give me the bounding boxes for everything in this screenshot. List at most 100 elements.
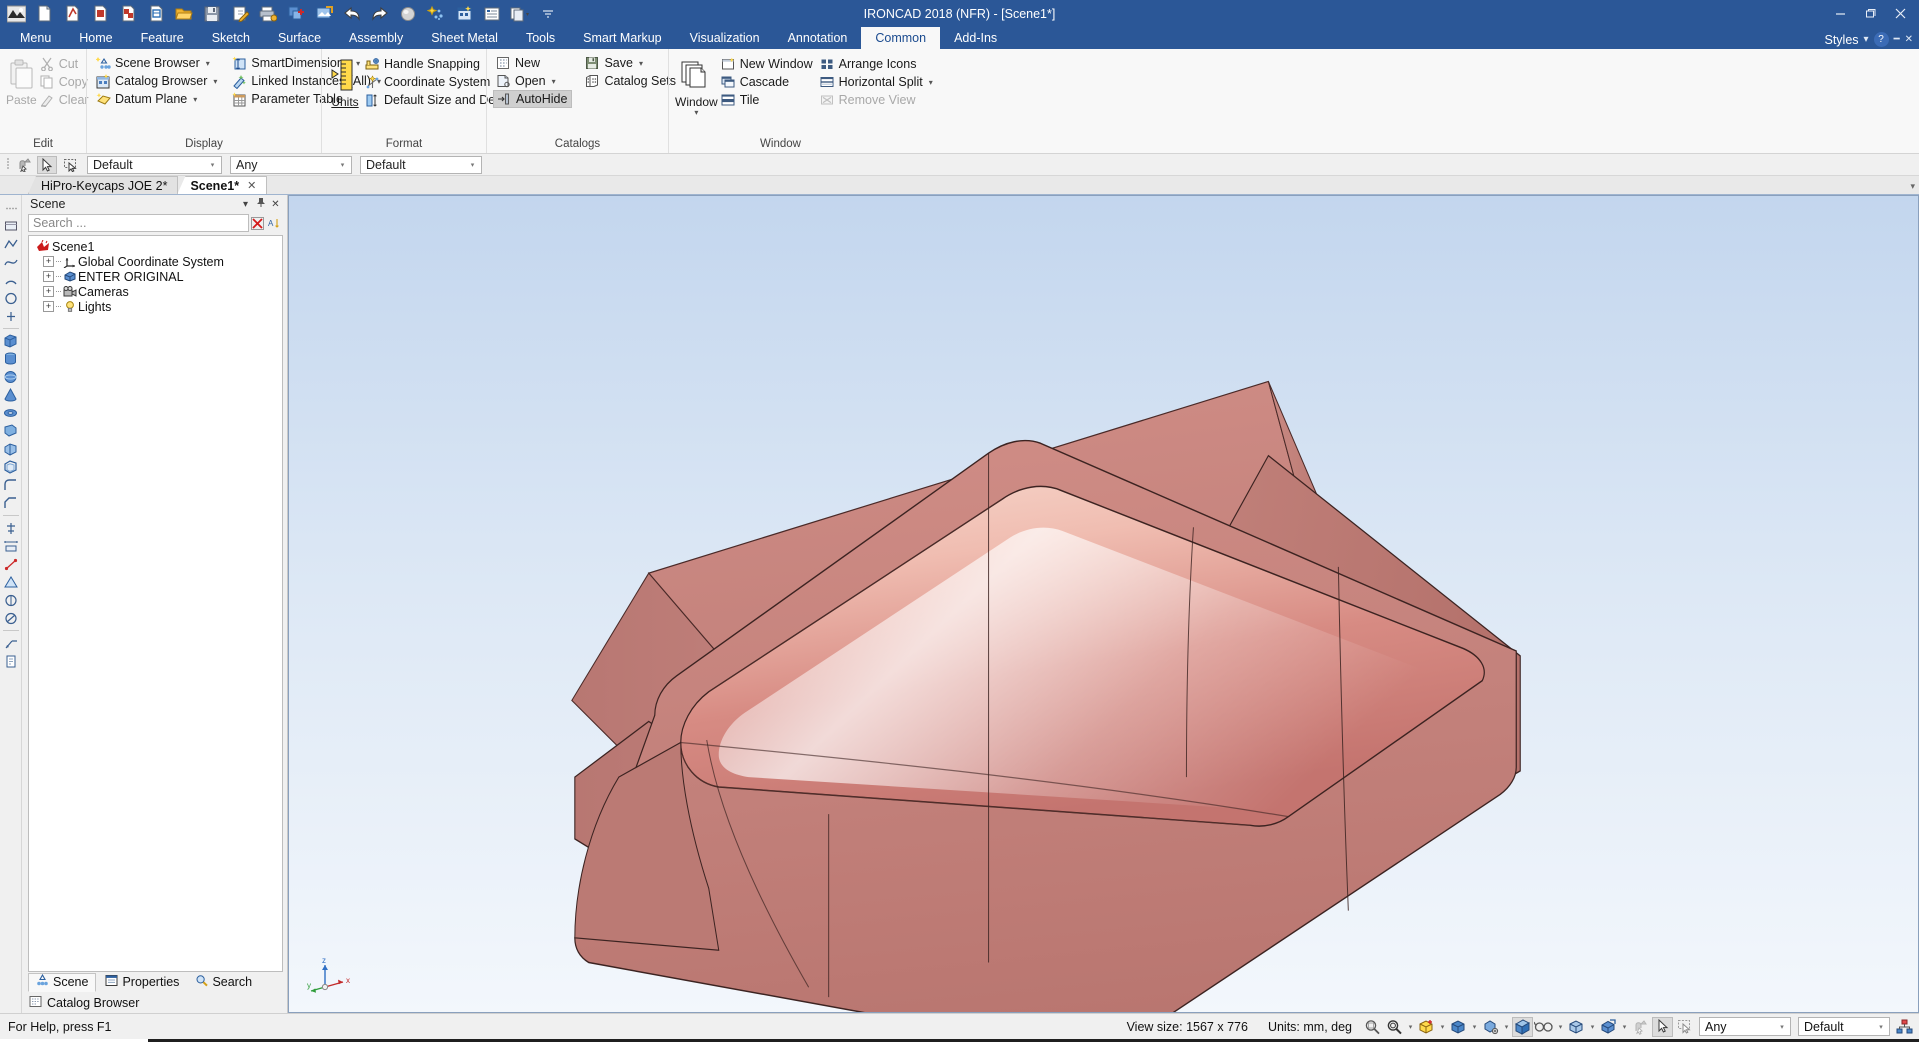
horizontal-split-caret-icon[interactable]: ▾ bbox=[929, 78, 933, 87]
render-style-combo[interactable]: Default ▾ bbox=[87, 155, 222, 174]
constraint-icon[interactable] bbox=[1, 555, 21, 573]
catalog-open-caret-icon[interactable]: ▾ bbox=[552, 77, 556, 86]
status-filter-combo[interactable]: Any ▾ bbox=[1699, 1017, 1791, 1036]
clear-button[interactable]: Clear bbox=[37, 91, 93, 109]
render-icon[interactable] bbox=[395, 2, 421, 25]
tree-node-scene1[interactable]: Scene1 bbox=[29, 239, 282, 254]
tab-add-ins[interactable]: Add-Ins bbox=[940, 27, 1011, 49]
sketch-polyline-icon[interactable] bbox=[1, 235, 21, 253]
tree-node-cameras[interactable]: + Cameras bbox=[29, 284, 282, 299]
cut-button[interactable]: Cut bbox=[37, 55, 93, 73]
export-image-icon[interactable] bbox=[311, 2, 337, 25]
app-logo-icon[interactable] bbox=[3, 2, 29, 25]
tab-common[interactable]: Common bbox=[861, 27, 941, 49]
extrude-custom-icon[interactable] bbox=[1, 440, 21, 458]
copy-button[interactable]: Copy bbox=[37, 73, 93, 91]
sketch-point-icon[interactable] bbox=[1, 307, 21, 325]
catalog-icon[interactable] bbox=[451, 2, 477, 25]
tab-feature[interactable]: Feature bbox=[127, 27, 198, 49]
restore-button[interactable] bbox=[1855, 3, 1885, 25]
tab-annotation[interactable]: Annotation bbox=[774, 27, 862, 49]
isometric-view-icon[interactable] bbox=[1448, 1017, 1469, 1037]
tab-sketch[interactable]: Sketch bbox=[198, 27, 264, 49]
tile-button[interactable]: Tile bbox=[718, 91, 817, 109]
window-button[interactable]: Window ▾ bbox=[675, 54, 718, 117]
3d-viewport[interactable]: z x y bbox=[288, 195, 1919, 1013]
datum-plane-caret-icon[interactable]: ▾ bbox=[193, 95, 197, 104]
perspective-icon[interactable] bbox=[1534, 1017, 1555, 1037]
shaded-view-icon[interactable] bbox=[1512, 1016, 1533, 1037]
save-icon[interactable] bbox=[199, 2, 225, 25]
zoom-area-icon[interactable] bbox=[1362, 1017, 1383, 1037]
zoom-caret-icon[interactable]: ▾ bbox=[1406, 1023, 1415, 1031]
customize-qat-icon[interactable] bbox=[535, 2, 561, 25]
tab-smart-markup[interactable]: Smart Markup bbox=[569, 27, 676, 49]
selection-filter-caret-icon[interactable]: ▾ bbox=[336, 161, 349, 169]
view-orientation-caret-icon[interactable]: ▾ bbox=[1438, 1023, 1447, 1031]
extrude-cylinder-icon[interactable] bbox=[1, 350, 21, 368]
tree-expander-icon[interactable]: + bbox=[43, 256, 54, 267]
extrude-cone-icon[interactable] bbox=[1, 386, 21, 404]
minimize-button[interactable] bbox=[1825, 3, 1855, 25]
close-button[interactable] bbox=[1885, 3, 1915, 25]
network-icon[interactable] bbox=[1894, 1017, 1915, 1037]
tab-surface[interactable]: Surface bbox=[264, 27, 335, 49]
camera-view-caret-icon[interactable]: ▾ bbox=[1502, 1023, 1511, 1031]
sketch-arc-icon[interactable] bbox=[1, 271, 21, 289]
scene-browser-button[interactable]: Scene Browser ▾ bbox=[93, 54, 221, 72]
print-icon[interactable] bbox=[255, 2, 281, 25]
part-render-caret-icon[interactable]: ▾ bbox=[1620, 1023, 1629, 1031]
shell-icon[interactable] bbox=[1, 458, 21, 476]
new-assembly-icon[interactable] bbox=[115, 2, 141, 25]
catalog-new-button[interactable]: New bbox=[493, 54, 572, 72]
catalog-browser-button[interactable]: Catalog Browser ▾ bbox=[93, 72, 221, 90]
chamfer-icon[interactable] bbox=[1, 494, 21, 512]
surface-trim-icon[interactable] bbox=[1, 609, 21, 627]
doc-tab-scene1[interactable]: Scene1* ✕ bbox=[177, 176, 268, 194]
datum-plane-button[interactable]: Datum Plane ▾ bbox=[93, 90, 221, 108]
new-part-icon[interactable] bbox=[87, 2, 113, 25]
redo-icon[interactable] bbox=[367, 2, 393, 25]
remove-view-button[interactable]: Remove View bbox=[817, 91, 937, 109]
autohide-button[interactable]: AutoHide bbox=[493, 90, 573, 108]
catalog-sets-button[interactable]: Catalog Sets bbox=[582, 72, 680, 90]
move-handle-tool-icon[interactable] bbox=[14, 156, 34, 174]
tab-menu[interactable]: Menu bbox=[6, 27, 65, 49]
sketch-rect-icon[interactable] bbox=[1, 217, 21, 235]
surface-revolve-icon[interactable] bbox=[1, 591, 21, 609]
extrude-block-icon[interactable] bbox=[1, 332, 21, 350]
tab-visualization[interactable]: Visualization bbox=[676, 27, 774, 49]
tab-home[interactable]: Home bbox=[65, 27, 126, 49]
catalog-browser-strip[interactable]: Catalog Browser bbox=[22, 992, 287, 1013]
render-style-caret-icon[interactable]: ▾ bbox=[206, 161, 219, 169]
sort-search-icon[interactable]: A bbox=[266, 217, 283, 230]
tree-node-lights[interactable]: + Lights bbox=[29, 299, 282, 314]
tab-tools[interactable]: Tools bbox=[512, 27, 569, 49]
catalog-save-button[interactable]: Save ▾ bbox=[582, 54, 680, 72]
doc-tab-hipro-keycaps[interactable]: HiPro-Keycaps JOE 2* bbox=[28, 176, 179, 194]
new-window-button[interactable]: New Window bbox=[718, 55, 817, 73]
tree-expander-icon[interactable]: + bbox=[43, 301, 54, 312]
new-sheet-icon[interactable] bbox=[143, 2, 169, 25]
tree-expander-icon[interactable]: + bbox=[43, 271, 54, 282]
part-render-icon[interactable] bbox=[1598, 1017, 1619, 1037]
style-caret-icon[interactable]: ▾ bbox=[466, 161, 479, 169]
display-mode-icon[interactable] bbox=[1566, 1017, 1587, 1037]
arrow-cursor-status-icon[interactable] bbox=[1652, 1016, 1673, 1037]
box-select-status-icon[interactable] bbox=[1674, 1017, 1695, 1037]
units-button[interactable]: Units bbox=[328, 54, 362, 109]
align-icon[interactable] bbox=[1, 519, 21, 537]
status-filter-caret-icon[interactable]: ▾ bbox=[1776, 1023, 1788, 1031]
tree-node-enter-original[interactable]: + ENTER ORIGINAL bbox=[29, 269, 282, 284]
catalog-browser-caret-icon[interactable]: ▾ bbox=[213, 77, 217, 86]
isometric-view-caret-icon[interactable]: ▾ bbox=[1470, 1023, 1479, 1031]
measure-icon[interactable] bbox=[1, 537, 21, 555]
tree-node-global-coordinate-system[interactable]: + Global Coordinate System bbox=[29, 254, 282, 269]
doc-tab-close-icon[interactable]: ✕ bbox=[247, 179, 256, 192]
ribbon-close-icon[interactable]: ✕ bbox=[1905, 34, 1913, 45]
surface-loft-icon[interactable] bbox=[1, 573, 21, 591]
search-input[interactable] bbox=[28, 214, 249, 232]
toolbar-grip-vertical[interactable] bbox=[1, 199, 21, 217]
annotation-leader-icon[interactable] bbox=[1, 634, 21, 652]
tab-sheet-metal[interactable]: Sheet Metal bbox=[417, 27, 512, 49]
